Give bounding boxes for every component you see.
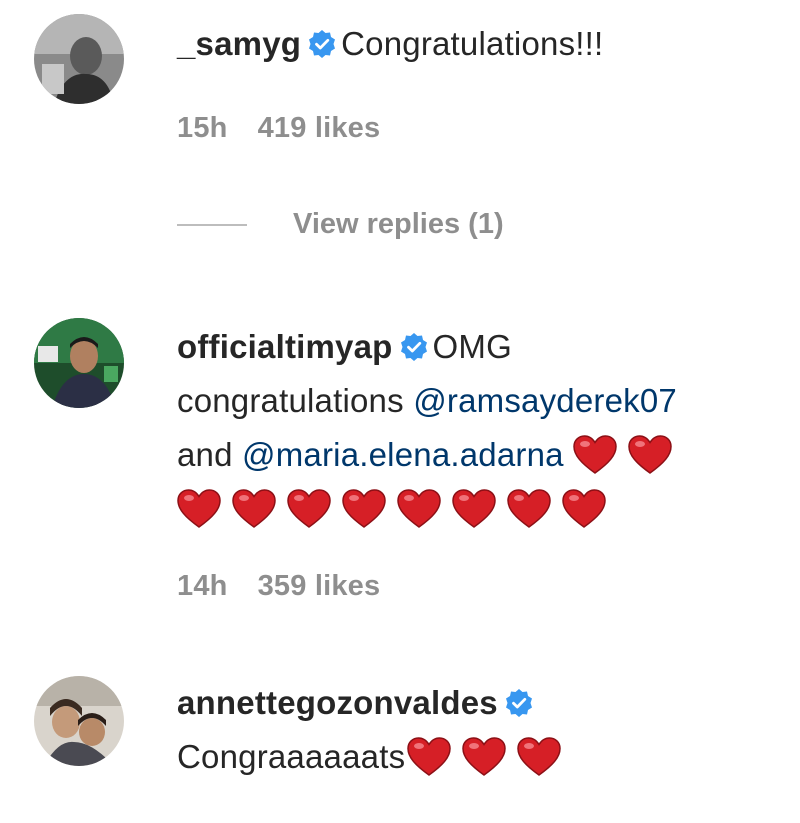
heart-emoji-icon: [517, 737, 562, 777]
comment-meta-samyg: 15h 419 likes: [177, 112, 410, 145]
heart-emoji-icon: [628, 435, 672, 475]
comment-time: 15h: [177, 112, 228, 144]
mention-maria-elena-adarna[interactable]: @maria.elena.adarna: [242, 436, 564, 473]
username-officialtimyap[interactable]: officialtimyap: [177, 328, 393, 365]
heart-emoji-icon: [342, 489, 386, 529]
heart-emoji-icon: [407, 737, 452, 777]
avatar-annettegozonvaldes[interactable]: [34, 676, 124, 766]
view-replies-button[interactable]: View replies (1): [177, 208, 504, 241]
heart-emoji-icon: [232, 489, 276, 529]
heart-emoji-icon: [287, 489, 331, 529]
divider-line: [177, 223, 247, 226]
comment-meta-officialtimyap: 14h 359 likes: [177, 570, 410, 603]
heart-emoji-icon: [397, 489, 441, 529]
comment-text-samyg: _samyg Congratulations!!!: [177, 17, 790, 71]
view-replies-label: View replies (1): [293, 208, 504, 240]
heart-emoji-icon: [507, 489, 551, 529]
username-samyg[interactable]: _samyg: [177, 25, 301, 62]
comment-message: Congratulations!!!: [341, 25, 604, 62]
likes-count[interactable]: 419 likes: [258, 112, 381, 144]
heart-emoji-icon: [177, 489, 221, 529]
comment-message-and: and: [177, 436, 233, 473]
heart-emoji-icon: [462, 737, 507, 777]
comment-text-officialtimyap: officialtimyap OMG congratulations @ramsa…: [177, 320, 790, 536]
verified-badge-icon: [399, 332, 429, 362]
username-annettegozonvaldes[interactable]: annettegozonvaldes: [177, 684, 498, 721]
comment-message-start: OMG: [432, 328, 512, 365]
comment-time: 14h: [177, 570, 228, 602]
likes-count[interactable]: 359 likes: [258, 570, 381, 602]
comment-text-annettegozonvaldes: annettegozonvaldes Congraaaaaats: [177, 676, 790, 784]
comment-message: Congraaaaaats: [177, 738, 406, 775]
heart-emoji-icon: [452, 489, 496, 529]
heart-emoji-icon: [562, 489, 606, 529]
avatar-officialtimyap[interactable]: [34, 318, 124, 408]
avatar-samyg[interactable]: [34, 14, 124, 104]
comment-message-mid: congratulations: [177, 382, 404, 419]
mention-ramsayderek07[interactable]: @ramsayderek07: [413, 382, 677, 419]
verified-badge-icon: [307, 29, 337, 59]
heart-emoji-icon: [573, 435, 617, 475]
verified-badge-icon: [504, 688, 534, 718]
